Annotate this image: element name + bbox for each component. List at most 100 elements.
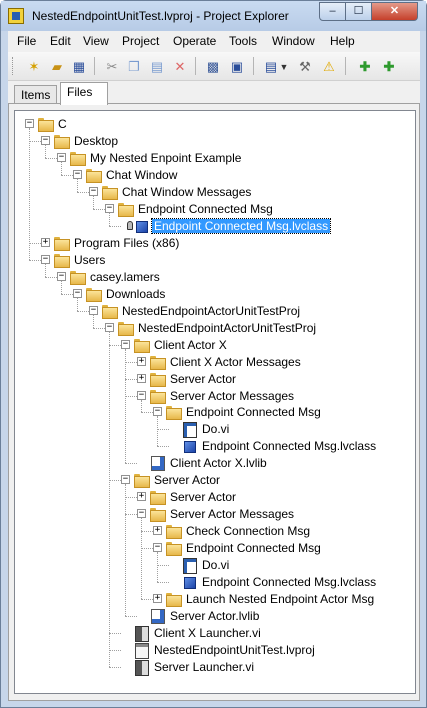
tree-item[interactable]: − Chat Window Messages (15, 184, 415, 200)
collapse-toggle-icon[interactable]: − (89, 186, 98, 196)
menu-project[interactable]: Project (122, 34, 159, 48)
tree-item[interactable]: − My Nested Enpoint Example (15, 150, 415, 166)
tree-item[interactable]: + Client X Actor Messages (15, 354, 415, 370)
toolbar: ✶ ▰ ▦ ✂ ❐ ▤ ✕ ▩ ▣ ▤ ▼ ⚒ ⚠ ✚ ✚ (8, 52, 420, 81)
title-bar[interactable]: NestedEndpointUnitTest.lvproj - Project … (1, 1, 426, 31)
tree-item[interactable]: − Chat Window (15, 167, 415, 183)
collapse-toggle-icon[interactable]: − (121, 339, 130, 349)
tree-item[interactable]: − Endpoint Connected Msg (15, 540, 415, 557)
tree-item[interactable]: − Endpoint Connected Msg (15, 201, 415, 217)
tab-files[interactable]: Files (60, 82, 108, 105)
tree-item[interactable]: NestedEndpointUnitTest.lvproj (15, 642, 415, 660)
save-all-icon[interactable]: ▦ (71, 59, 87, 75)
menu-file[interactable]: File (17, 34, 36, 48)
open-icon[interactable]: ▰ (49, 59, 65, 75)
tree-item[interactable]: Client Actor X.lvlib (15, 455, 415, 472)
menu-bar: File Edit View Project Operate Tools Win… (8, 31, 420, 52)
delete-icon[interactable]: ✕ (172, 59, 188, 75)
folder-icon (85, 286, 102, 302)
menu-help[interactable]: Help (330, 34, 355, 48)
tree-item[interactable]: − NestedEndpointActorUnitTestProj (15, 303, 415, 319)
tree-item[interactable]: − Server Actor (15, 472, 415, 489)
tree-item[interactable]: Server Launcher.vi (15, 659, 415, 677)
folder-icon (85, 167, 102, 183)
collapse-toggle-icon[interactable]: − (25, 119, 34, 128)
tree-item-label: Server Actor (170, 490, 237, 505)
tree-item[interactable]: − Client Actor X (15, 337, 415, 353)
tree-item[interactable]: + Program Files (x86) (15, 235, 415, 251)
minimize-button[interactable]: ‒ (319, 2, 346, 21)
tree-item[interactable]: − C (15, 116, 415, 132)
tree-item[interactable]: Client X Launcher.vi (15, 625, 415, 643)
collapse-toggle-icon[interactable]: − (105, 203, 114, 213)
toolbar-grip[interactable] (12, 57, 15, 75)
tree-item[interactable]: + Server Actor (15, 489, 415, 506)
collapse-toggle-icon[interactable]: − (73, 288, 82, 298)
maximize-button[interactable]: ☐ (345, 2, 372, 21)
tree-item-label: Do.vi (202, 422, 230, 437)
expand-toggle-icon[interactable]: + (137, 356, 146, 366)
deploy-icon[interactable]: ▣ (229, 59, 245, 75)
folder-icon (53, 252, 70, 268)
menu-window[interactable]: Window (272, 34, 315, 48)
folder-icon (133, 337, 150, 353)
files-tree[interactable]: − C − Desktop − My Nested Enpoint Example − Cha… (14, 110, 416, 694)
menu-tools[interactable]: Tools (229, 34, 257, 48)
tree-item[interactable]: Server Actor.lvlib (15, 608, 415, 625)
tree-item[interactable]: Do.vi (15, 421, 415, 439)
collapse-toggle-icon[interactable]: − (73, 169, 82, 179)
view-options-icon[interactable]: ▤ (263, 59, 279, 75)
close-button[interactable]: ✕ (371, 2, 418, 21)
expand-toggle-icon[interactable]: + (137, 492, 146, 502)
new-icon[interactable]: ✶ (26, 59, 42, 75)
tree-item[interactable]: − Endpoint Connected Msg (15, 404, 415, 421)
menu-view[interactable]: View (83, 34, 109, 48)
expand-toggle-icon[interactable]: + (153, 526, 162, 536)
tree-item[interactable]: − Downloads (15, 286, 415, 302)
collapse-toggle-icon[interactable]: − (137, 390, 146, 400)
tree-item[interactable]: Endpoint Connected Msg.lvclass (15, 574, 415, 590)
paste-icon[interactable]: ▤ (149, 59, 165, 75)
collapse-toggle-icon[interactable]: − (57, 271, 66, 281)
expand-toggle-icon[interactable]: + (137, 373, 146, 383)
tree-item-label: Server Actor (170, 371, 237, 386)
warning-icon[interactable]: ⚠ (321, 59, 337, 75)
collapse-toggle-icon[interactable]: − (153, 543, 162, 553)
tree-item[interactable]: Endpoint Connected Msg.lvclass (15, 438, 415, 454)
collapse-toggle-icon[interactable]: − (137, 509, 146, 519)
folder-icon (149, 371, 166, 387)
dropdown-arrow-icon[interactable]: ▼ (279, 59, 289, 75)
wrench-icon[interactable]: ⚒ (297, 59, 313, 75)
menu-edit[interactable]: Edit (50, 34, 71, 48)
tree-item[interactable]: − Server Actor Messages (15, 506, 415, 523)
collapse-toggle-icon[interactable]: − (89, 305, 98, 315)
tree-item[interactable]: Endpoint Connected Msg.lvclass (15, 217, 415, 234)
add-item-icon[interactable]: ✚ (357, 59, 373, 75)
tree-item[interactable]: − NestedEndpointActorUnitTestProj (15, 320, 415, 336)
build-icon[interactable]: ▩ (205, 59, 221, 75)
copy-icon[interactable]: ❐ (126, 59, 142, 75)
add-folder-icon[interactable]: ✚ (381, 59, 397, 75)
tree-item[interactable]: − casey.lamers (15, 269, 415, 285)
cut-icon[interactable]: ✂ (104, 59, 120, 75)
menu-operate[interactable]: Operate (173, 34, 216, 48)
collapse-toggle-icon[interactable]: − (41, 254, 50, 264)
collapse-toggle-icon[interactable]: − (105, 322, 114, 332)
tab-items[interactable]: Items (14, 85, 58, 104)
expand-toggle-icon[interactable]: + (41, 237, 50, 247)
tree-item-label: Client Actor X (154, 337, 227, 352)
collapse-toggle-icon[interactable]: − (153, 407, 162, 417)
tree-item[interactable]: − Users (15, 252, 415, 268)
tree-item[interactable]: − Desktop (15, 133, 415, 149)
tree-item[interactable]: + Check Connection Msg (15, 523, 415, 540)
tree-item[interactable]: + Launch Nested Endpoint Actor Msg (15, 591, 415, 608)
tree-item-label: Endpoint Connected Msg.lvclass (202, 575, 377, 590)
collapse-toggle-icon[interactable]: − (41, 135, 50, 145)
tree-item[interactable]: Do.vi (15, 557, 415, 575)
collapse-toggle-icon[interactable]: − (121, 475, 130, 485)
tree-item-label: NestedEndpointActorUnitTestProj (138, 320, 317, 335)
tree-item[interactable]: − Server Actor Messages (15, 388, 415, 404)
tree-item[interactable]: + Server Actor (15, 371, 415, 387)
expand-toggle-icon[interactable]: + (153, 594, 162, 604)
collapse-toggle-icon[interactable]: − (57, 152, 66, 162)
